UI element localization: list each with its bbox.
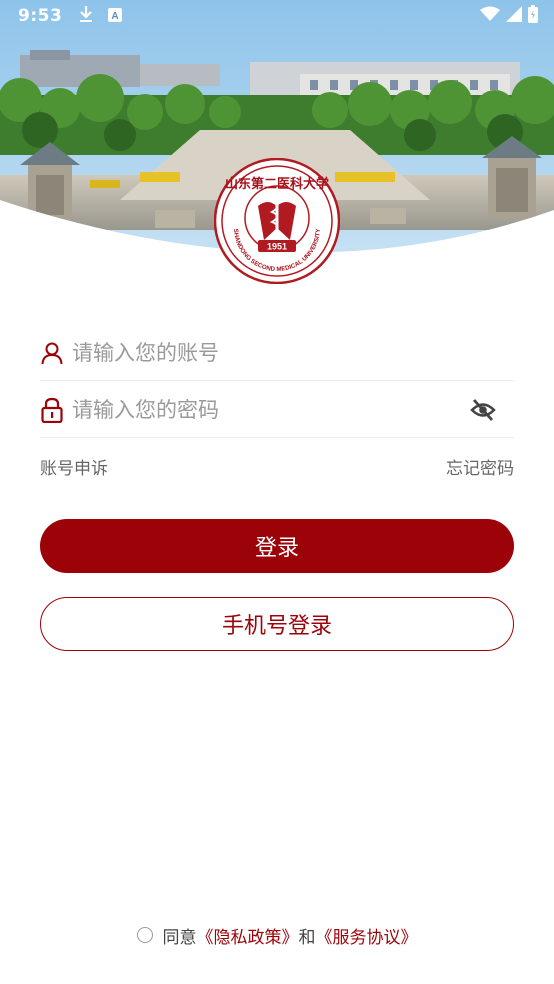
download-icon [78, 5, 94, 27]
agreement-prefix: 同意 [162, 927, 197, 948]
svg-text:A: A [112, 11, 119, 22]
password-input[interactable] [72, 389, 468, 430]
wifi-icon [480, 6, 500, 26]
password-field [40, 382, 514, 438]
logo-year: 1951 [267, 242, 287, 252]
auxiliary-links: 账号申诉 忘记密码 [40, 452, 514, 480]
agreement-row: 同意 《隐私政策》 和 《服务协议》 [0, 922, 554, 948]
forgot-password-link[interactable]: 忘记密码 [446, 454, 514, 479]
battery-icon [528, 5, 538, 27]
account-field [40, 325, 514, 381]
agreement-radio[interactable] [136, 927, 153, 943]
status-bar: 9:53 A [0, 0, 554, 32]
account-appeal-link[interactable]: 账号申诉 [40, 454, 108, 479]
logo-calligraphy: 山东第二医科大学 [225, 176, 329, 192]
user-icon [40, 341, 64, 365]
status-time: 9:53 [18, 6, 63, 26]
phone-login-button[interactable]: 手机号登录 [40, 597, 514, 651]
font-a-icon: A [108, 7, 123, 26]
university-logo: 山东第二医科大学 SHANDONG SECOND MEDICAL UNIVERS… [213, 157, 341, 285]
account-input[interactable] [72, 332, 514, 373]
signal-icon [506, 6, 522, 26]
login-button[interactable]: 登录 [40, 519, 514, 573]
agreement-and: 和 [298, 927, 316, 948]
login-screen: 9:53 A 山东第二医科大学 SHANDONG SECOND MEDICAL … [0, 0, 554, 984]
service-agreement-link[interactable]: 《服务协议》 [316, 923, 418, 948]
password-visibility-toggle-icon[interactable] [468, 395, 498, 425]
lock-icon [40, 397, 64, 423]
privacy-policy-link[interactable]: 《隐私政策》 [197, 923, 299, 948]
